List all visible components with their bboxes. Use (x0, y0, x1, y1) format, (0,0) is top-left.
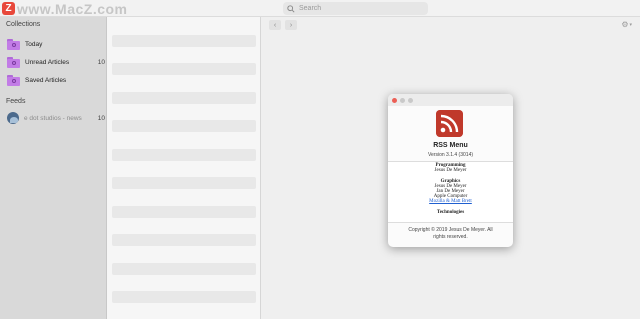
close-button[interactable] (392, 97, 397, 103)
list-item-placeholder (112, 63, 256, 75)
list-item-placeholder (112, 291, 256, 303)
sidebar-item-label: Unread Articles (25, 58, 70, 66)
list-item-placeholder (112, 149, 256, 161)
minimize-button[interactable] (400, 97, 405, 103)
list-item-placeholder (112, 177, 256, 189)
sidebar-item-label: Saved Articles (25, 76, 67, 84)
sidebar-item-today[interactable]: Today (7, 37, 105, 51)
watermark: Z www.MacZ.com (2, 0, 128, 17)
forward-button[interactable]: › (285, 20, 297, 30)
copyright-text: Copyright © 2019 Jesus De Meyer. All rig… (398, 227, 503, 241)
about-window: RSS Menu Version 3.1.4 (3014) Programmin… (388, 94, 513, 247)
credits-heading: Technologies (436, 210, 465, 215)
list-item-placeholder (112, 263, 256, 275)
list-item-placeholder (112, 120, 256, 132)
title-bar: Z www.MacZ.com Search (0, 0, 640, 17)
search-icon (287, 4, 295, 13)
sidebar-item-count: 10 (97, 58, 105, 66)
sidebar-item-saved[interactable]: Saved Articles (7, 73, 105, 87)
article-list[interactable] (107, 17, 261, 319)
about-titlebar (388, 94, 513, 106)
feeds-title: Feeds (6, 98, 26, 105)
sidebar-item-label: Today (25, 40, 43, 48)
settings-icon: ⚙ (621, 20, 629, 29)
watermark-text: www.MacZ.com (17, 0, 128, 17)
sidebar-item-unread[interactable]: Unread Articles 10 (7, 55, 105, 69)
search-field[interactable]: Search (283, 2, 428, 15)
list-item-placeholder (112, 206, 256, 218)
search-placeholder: Search (299, 5, 322, 12)
list-item-placeholder (112, 35, 256, 47)
app-version: Version 3.1.4 (3014) (427, 152, 474, 158)
zoom-button[interactable] (408, 97, 413, 103)
back-button[interactable]: ‹ (269, 20, 281, 30)
feed-avatar-icon (7, 112, 19, 124)
copyright-line: Copyright © 2019 Jesus De Meyer. All (408, 227, 493, 233)
sidebar: Collections Today Unread Articles 10 Sav… (0, 17, 107, 319)
app-name: RSS Menu (433, 142, 468, 149)
folder-icon (7, 56, 20, 68)
folder-icon (7, 74, 20, 86)
list-item-placeholder (112, 234, 256, 246)
folder-icon (7, 38, 20, 50)
rss-app-icon (436, 110, 463, 137)
sidebar-item-feed[interactable]: e dot studios - news 10 (7, 111, 105, 125)
copyright-line: rights reserved. (433, 233, 468, 240)
sidebar-item-label: e dot studios - news (24, 114, 82, 122)
settings-button[interactable]: ⚙ ▾ (621, 20, 632, 29)
watermark-logo: Z (2, 2, 15, 15)
sidebar-item-count: 10 (97, 114, 105, 122)
chevron-down-icon: ▾ (629, 21, 632, 28)
collections-title: Collections (6, 21, 41, 28)
list-item-placeholder (112, 92, 256, 104)
credits-panel[interactable]: Programming Jesus De Meyer Graphics Jesu… (388, 161, 513, 223)
